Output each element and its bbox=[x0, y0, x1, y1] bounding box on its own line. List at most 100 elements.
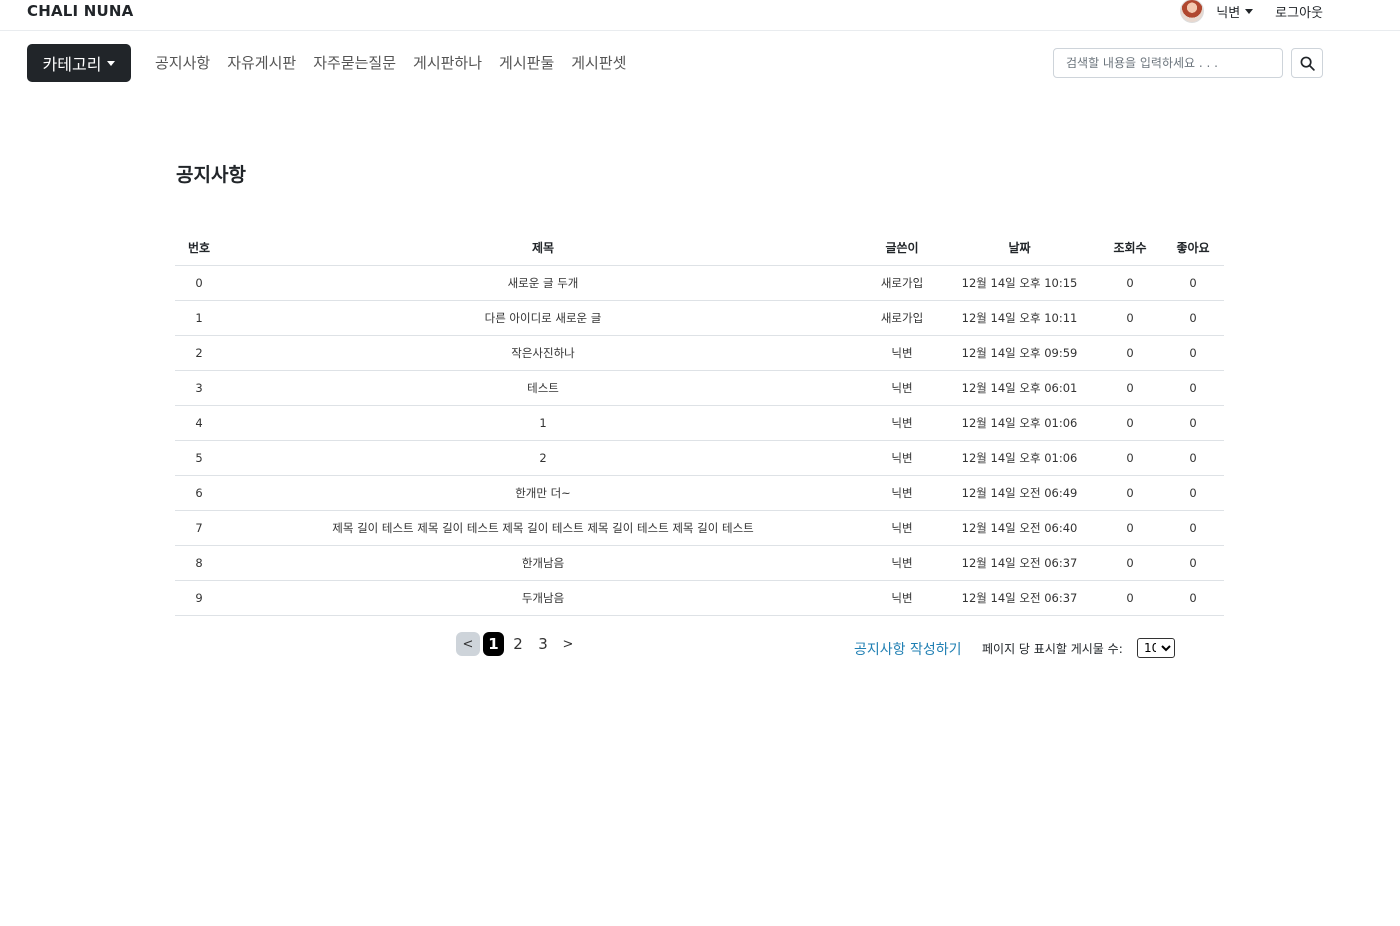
avatar[interactable] bbox=[1180, 0, 1205, 23]
nav-links: 공지사항 자유게시판 자주묻는질문 게시판하나 게시판둘 게시판셋 bbox=[155, 52, 626, 74]
table-row[interactable]: 6 한개만 더~ 닉변 12월 14일 오전 06:49 0 0 bbox=[175, 475, 1224, 511]
table-row[interactable]: 1 다른 아이디로 새로운 글 새로가입 12월 14일 오후 10:11 0 … bbox=[175, 300, 1224, 336]
cell-number: 2 bbox=[175, 335, 223, 371]
cell-views: 0 bbox=[1098, 580, 1162, 616]
column-header-views: 조회수 bbox=[1098, 230, 1162, 266]
column-header-number: 번호 bbox=[175, 230, 223, 266]
table-row[interactable]: 8 한개남음 닉변 12월 14일 오전 06:37 0 0 bbox=[175, 545, 1224, 581]
cell-number: 7 bbox=[175, 510, 223, 546]
cell-title[interactable]: 한개남음 bbox=[223, 545, 863, 581]
search-icon bbox=[1300, 56, 1315, 71]
logout-link[interactable]: 로그아웃 bbox=[1275, 2, 1323, 21]
cell-number: 0 bbox=[175, 265, 223, 301]
cell-date: 12월 14일 오전 06:37 bbox=[941, 545, 1098, 581]
cell-number: 5 bbox=[175, 440, 223, 476]
per-page-select[interactable]: 10 bbox=[1137, 638, 1175, 658]
user-area: 닉변 로그아웃 bbox=[1180, 0, 1323, 23]
category-dropdown-button[interactable]: 카테고리 bbox=[27, 44, 131, 82]
cell-number: 1 bbox=[175, 300, 223, 336]
brand-logo[interactable]: CHALI NUNA bbox=[27, 1, 133, 21]
nav-link-faq[interactable]: 자주묻는질문 bbox=[313, 52, 396, 74]
cell-title[interactable]: 두개남음 bbox=[223, 580, 863, 616]
cell-likes: 0 bbox=[1162, 510, 1224, 546]
table-row[interactable]: 3 테스트 닉변 12월 14일 오후 06:01 0 0 bbox=[175, 370, 1224, 406]
write-notice-link[interactable]: 공지사항 작성하기 bbox=[854, 639, 962, 659]
caret-down-icon bbox=[107, 60, 116, 66]
table-row[interactable]: 0 새로운 글 두개 새로가입 12월 14일 오후 10:15 0 0 bbox=[175, 265, 1224, 301]
cell-title[interactable]: 한개만 더~ bbox=[223, 475, 863, 511]
column-header-likes: 좋아요 bbox=[1162, 230, 1224, 266]
search-input[interactable] bbox=[1053, 48, 1283, 78]
cell-author: 닉변 bbox=[863, 545, 941, 581]
table-row[interactable]: 9 두개남음 닉변 12월 14일 오전 06:37 0 0 bbox=[175, 580, 1224, 616]
cell-views: 0 bbox=[1098, 265, 1162, 301]
cell-views: 0 bbox=[1098, 335, 1162, 371]
cell-number: 4 bbox=[175, 405, 223, 441]
nav-link-free-board[interactable]: 자유게시판 bbox=[227, 52, 296, 74]
column-header-author: 글쓴이 bbox=[863, 230, 941, 266]
cell-likes: 0 bbox=[1162, 300, 1224, 336]
cell-date: 12월 14일 오후 06:01 bbox=[941, 370, 1098, 406]
cell-title[interactable]: 1 bbox=[223, 405, 863, 441]
cell-title[interactable]: 제목 길이 테스트 제목 길이 테스트 제목 길이 테스트 제목 길이 테스트 … bbox=[223, 510, 863, 546]
cell-title[interactable]: 다른 아이디로 새로운 글 bbox=[223, 300, 863, 336]
table-row[interactable]: 5 2 닉변 12월 14일 오후 01:06 0 0 bbox=[175, 440, 1224, 476]
user-name: 닉변 bbox=[1216, 5, 1241, 21]
cell-views: 0 bbox=[1098, 545, 1162, 581]
nav-link-notice[interactable]: 공지사항 bbox=[155, 52, 210, 74]
cell-views: 0 bbox=[1098, 440, 1162, 476]
cell-likes: 0 bbox=[1162, 545, 1224, 581]
column-header-date: 날짜 bbox=[941, 230, 1098, 266]
per-page-label: 페이지 당 표시할 게시물 수: bbox=[982, 642, 1123, 656]
cell-author: 닉변 bbox=[863, 370, 941, 406]
prev-page-button[interactable]: < bbox=[456, 632, 480, 656]
page-button-3[interactable]: 3 bbox=[532, 632, 554, 656]
table-header-row: 번호 제목 글쓴이 날짜 조회수 좋아요 bbox=[175, 230, 1224, 266]
cell-date: 12월 14일 오전 06:49 bbox=[941, 475, 1098, 511]
table-row[interactable]: 4 1 닉변 12월 14일 오후 01:06 0 0 bbox=[175, 405, 1224, 441]
cell-author: 닉변 bbox=[863, 475, 941, 511]
cell-date: 12월 14일 오후 01:06 bbox=[941, 440, 1098, 476]
cell-likes: 0 bbox=[1162, 405, 1224, 441]
cell-views: 0 bbox=[1098, 510, 1162, 546]
cell-author: 닉변 bbox=[863, 510, 941, 546]
board-table: 번호 제목 글쓴이 날짜 조회수 좋아요 0 새로운 글 두개 새로가입 12월… bbox=[175, 230, 1224, 616]
caret-down-icon bbox=[1245, 8, 1254, 14]
table-row[interactable]: 7 제목 길이 테스트 제목 길이 테스트 제목 길이 테스트 제목 길이 테스… bbox=[175, 510, 1224, 546]
cell-likes: 0 bbox=[1162, 265, 1224, 301]
table-row[interactable]: 2 작은사진하나 닉변 12월 14일 오후 09:59 0 0 bbox=[175, 335, 1224, 371]
cell-title[interactable]: 테스트 bbox=[223, 370, 863, 406]
cell-date: 12월 14일 오후 01:06 bbox=[941, 405, 1098, 441]
nav-bar: 카테고리 공지사항 자유게시판 자주묻는질문 게시판하나 게시판둘 게시판셋 bbox=[0, 31, 1400, 95]
cell-views: 0 bbox=[1098, 405, 1162, 441]
category-label: 카테고리 bbox=[42, 55, 102, 74]
cell-title[interactable]: 새로운 글 두개 bbox=[223, 265, 863, 301]
cell-author: 새로가입 bbox=[863, 300, 941, 336]
cell-date: 12월 14일 오후 10:11 bbox=[941, 300, 1098, 336]
cell-date: 12월 14일 오전 06:40 bbox=[941, 510, 1098, 546]
column-header-title: 제목 bbox=[223, 230, 863, 266]
search-button[interactable] bbox=[1291, 48, 1323, 78]
cell-author: 닉변 bbox=[863, 440, 941, 476]
cell-likes: 0 bbox=[1162, 370, 1224, 406]
page-title: 공지사항 bbox=[176, 164, 246, 186]
cell-date: 12월 14일 오후 09:59 bbox=[941, 335, 1098, 371]
cell-views: 0 bbox=[1098, 300, 1162, 336]
nav-link-board-one[interactable]: 게시판하나 bbox=[413, 52, 482, 74]
user-menu-button[interactable]: 닉변 bbox=[1216, 2, 1254, 21]
cell-views: 0 bbox=[1098, 475, 1162, 511]
cell-title[interactable]: 작은사진하나 bbox=[223, 335, 863, 371]
page-button-1[interactable]: 1 bbox=[483, 632, 504, 656]
page-button-2[interactable]: 2 bbox=[507, 632, 529, 656]
nav-link-board-three[interactable]: 게시판셋 bbox=[571, 52, 626, 74]
nav-link-board-two[interactable]: 게시판둘 bbox=[499, 52, 554, 74]
next-page-button[interactable]: > bbox=[557, 632, 579, 656]
cell-likes: 0 bbox=[1162, 440, 1224, 476]
top-bar: CHALI NUNA 닉변 로그아웃 bbox=[0, 0, 1400, 31]
cell-date: 12월 14일 오후 10:15 bbox=[941, 265, 1098, 301]
cell-likes: 0 bbox=[1162, 475, 1224, 511]
cell-date: 12월 14일 오전 06:37 bbox=[941, 580, 1098, 616]
cell-number: 9 bbox=[175, 580, 223, 616]
cell-author: 닉변 bbox=[863, 580, 941, 616]
cell-title[interactable]: 2 bbox=[223, 440, 863, 476]
